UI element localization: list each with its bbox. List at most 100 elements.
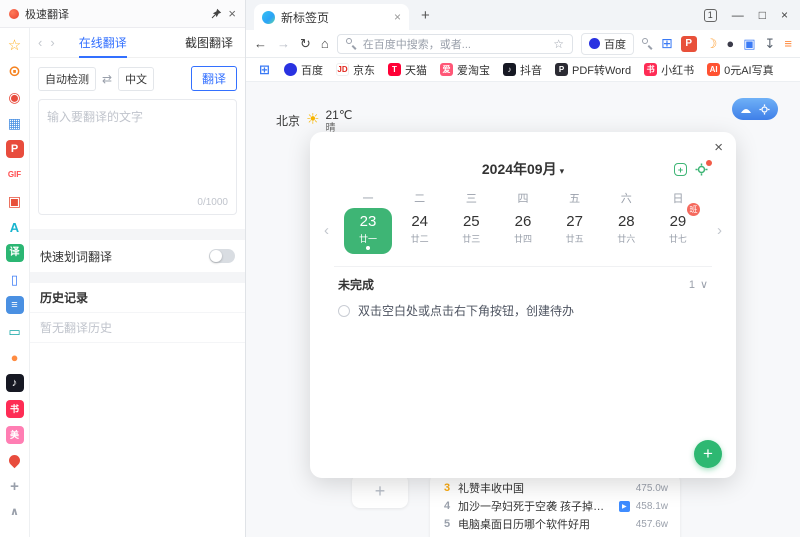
- record-tool-icon[interactable]: ◉: [6, 88, 24, 106]
- day-lunar: 廿一: [344, 232, 392, 245]
- minimize-button[interactable]: —: [732, 9, 744, 21]
- browser-tab[interactable]: 新标签页 ×: [254, 4, 409, 30]
- day-cell[interactable]: 28廿六: [602, 208, 650, 254]
- add-shortcut-tile[interactable]: +: [352, 474, 408, 508]
- bookmark-star-icon[interactable]: ☆: [553, 37, 564, 51]
- hot-rank: 5: [442, 518, 452, 530]
- hot-search-item[interactable]: 5电脑桌面日历哪个软件好用457.6w: [442, 515, 668, 533]
- close-button[interactable]: ×: [781, 9, 788, 21]
- beauty-tool-icon[interactable]: 美: [6, 426, 24, 444]
- day-cell[interactable]: 26廿四: [499, 208, 547, 254]
- day-cell[interactable]: 27廿五: [551, 208, 599, 254]
- quick-translate-toggle[interactable]: [209, 249, 235, 263]
- tab-screenshot-translate[interactable]: 截图翻译: [185, 28, 233, 58]
- pdf-convert-icon[interactable]: P: [681, 36, 697, 52]
- bookmark-ai-photo[interactable]: AI0元AI写真: [707, 62, 774, 78]
- crop-tool-icon[interactable]: ▣: [6, 192, 24, 210]
- gear-icon[interactable]: [759, 104, 770, 115]
- tab-online-translate[interactable]: 在线翻译: [79, 28, 127, 58]
- weather-city: 北京: [276, 112, 300, 129]
- tiktok-tool-icon[interactable]: ♪: [6, 374, 24, 392]
- bookmark-tmall-icon: T: [388, 63, 401, 76]
- scan-tool-icon[interactable]: ▦: [6, 114, 24, 132]
- menu-icon[interactable]: ≡: [784, 37, 792, 50]
- theme-settings-pill[interactable]: [732, 98, 778, 120]
- calendar-month-select[interactable]: 2024年09月▾: [310, 159, 736, 179]
- pin-icon[interactable]: [211, 8, 222, 19]
- gif-tool-icon[interactable]: GIF: [6, 166, 24, 184]
- skin-icon[interactable]: [740, 105, 752, 114]
- hot-search-item[interactable]: 3礼赞丰收中国475.0w: [442, 479, 668, 497]
- next-week-icon[interactable]: ›: [717, 222, 722, 239]
- todo-checkbox[interactable]: [338, 305, 350, 317]
- calendar-divider: [334, 266, 712, 267]
- day-number: 24: [396, 213, 444, 230]
- refresh-icon[interactable]: ↻: [300, 36, 311, 52]
- tab-back-icon[interactable]: ‹: [38, 35, 42, 50]
- new-tab-button[interactable]: +: [421, 7, 430, 24]
- search-go-icon[interactable]: [642, 38, 653, 49]
- extension-dark-icon[interactable]: ●: [726, 37, 734, 50]
- target-language-select[interactable]: 中文: [118, 67, 154, 91]
- bookmarks-bar: ⊞ 百度 JD京东 T 天猫爱爱淘宝 ♪抖音 PPDF转Word 书小红书 AI0元AI写真: [246, 58, 800, 82]
- screenshot-icon[interactable]: ▣: [743, 37, 755, 50]
- bookmark-baidu[interactable]: 百度: [284, 62, 323, 78]
- day-number: 26: [499, 213, 547, 230]
- home-icon[interactable]: ⌂: [321, 36, 329, 52]
- bookmark-xiaohongshu[interactable]: 书小红书: [644, 62, 694, 78]
- maximize-button[interactable]: □: [759, 9, 766, 21]
- hot-rank: 3: [442, 482, 452, 494]
- translate-tool-icon[interactable]: 译: [6, 244, 24, 262]
- history-tool-icon[interactable]: ⊙: [6, 62, 24, 80]
- day-lunar: 廿五: [551, 232, 599, 245]
- day-lunar: 廿三: [447, 232, 495, 245]
- location-tool-icon[interactable]: [7, 453, 23, 469]
- bookmark-pdf2word[interactable]: PPDF转Word: [555, 62, 631, 78]
- day-cell[interactable]: 29廿七班: [654, 208, 702, 254]
- bookmark-tmall[interactable]: T 天猫: [388, 62, 427, 78]
- phone-tool-icon[interactable]: ▯: [6, 270, 24, 288]
- bookmark-douyin[interactable]: ♪抖音: [503, 62, 542, 78]
- xiaohongshu-tool-icon[interactable]: 书: [6, 400, 24, 418]
- bookmark-jd[interactable]: JD京东: [336, 62, 375, 78]
- apps-grid-icon[interactable]: ⊞: [661, 35, 673, 52]
- sun-icon: ☀: [306, 110, 319, 128]
- bookmark-ai-photo-label: 0元AI写真: [724, 62, 774, 78]
- tab-count-badge[interactable]: 1: [704, 9, 717, 22]
- hot-search-item[interactable]: 4加沙一孕妇死于空袭 孩子掉楼梯上▶458.1w: [442, 497, 668, 515]
- address-placeholder: 在百度中搜索，或者...: [363, 36, 547, 52]
- tab-forward-icon[interactable]: ›: [50, 35, 54, 50]
- forward-icon[interactable]: →: [277, 36, 290, 52]
- day-cell[interactable]: 24廿二: [396, 208, 444, 254]
- collapse-icon[interactable]: ∧: [6, 503, 24, 521]
- prev-week-icon[interactable]: ‹: [324, 222, 329, 239]
- bookmark-apps[interactable]: ⊞: [258, 63, 271, 76]
- panel-close-icon[interactable]: ×: [228, 7, 236, 20]
- translate-input[interactable]: 输入要翻译的文字 0/1000: [38, 99, 237, 215]
- swap-languages-icon[interactable]: ⇄: [102, 72, 112, 86]
- pet-tool-icon[interactable]: ●: [6, 348, 24, 366]
- night-mode-icon[interactable]: ☽: [706, 37, 718, 50]
- todo-count-toggle[interactable]: 1 ∨: [689, 278, 708, 291]
- notes-tool-icon[interactable]: ≡: [6, 296, 24, 314]
- translate-a-tool-icon[interactable]: A: [6, 218, 24, 236]
- bookmark-tmall-label: 天猫: [405, 62, 427, 78]
- source-language-select[interactable]: 自动检测: [38, 67, 96, 91]
- address-bar[interactable]: 在百度中搜索，或者... ☆: [337, 34, 573, 54]
- cast-tool-icon[interactable]: ▭: [6, 322, 24, 340]
- day-cell[interactable]: 25廿三: [447, 208, 495, 254]
- calendar-close-icon[interactable]: ×: [714, 140, 723, 155]
- back-icon[interactable]: ←: [254, 36, 267, 52]
- translate-button[interactable]: 翻译: [191, 66, 237, 91]
- search-engine-button[interactable]: 百度: [581, 33, 634, 55]
- tab-close-icon[interactable]: ×: [394, 10, 401, 24]
- add-todo-button[interactable]: +: [694, 440, 722, 468]
- pdf-tool-icon[interactable]: P: [6, 140, 24, 158]
- star-tool-icon[interactable]: ☆: [6, 36, 24, 54]
- bookmark-aitaobao-label: 爱淘宝: [457, 62, 490, 78]
- download-icon[interactable]: ↧: [765, 37, 776, 50]
- add-tool-icon[interactable]: +: [6, 477, 24, 495]
- quick-translate-row: 快速划词翻译: [30, 240, 245, 272]
- bookmark-aitaobao[interactable]: 爱爱淘宝: [440, 62, 490, 78]
- day-cell[interactable]: 23廿一: [344, 208, 392, 254]
